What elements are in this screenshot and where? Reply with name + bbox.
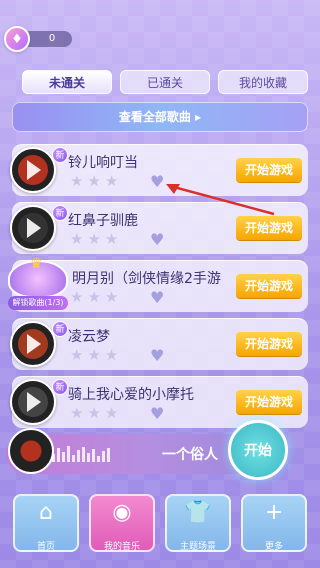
shirt-icon: 👕 — [184, 500, 212, 525]
start-game-button[interactable]: 开始游戏 — [236, 274, 302, 298]
music-disc-icon: ◉ — [112, 500, 132, 525]
gem-icon[interactable]: ♦ — [4, 26, 30, 52]
start-game-button[interactable]: 开始游戏 — [236, 158, 302, 182]
album-disc[interactable] — [10, 147, 56, 193]
star-icon: ★ — [87, 404, 101, 422]
song-title: 明月别（剑侠情缘2手游 — [72, 271, 221, 287]
now-playing-title: 一个俗人 — [162, 447, 218, 463]
favorite-heart-icon[interactable]: ♥ — [150, 346, 164, 365]
star-rating: ★ ★ ★ — [70, 348, 118, 363]
annotation-arrow — [166, 184, 275, 216]
nav-label: 主题场景 — [179, 542, 216, 552]
nav-label: 首页 — [36, 542, 55, 552]
start-game-button[interactable]: 开始游戏 — [236, 332, 302, 356]
album-disc[interactable] — [10, 205, 56, 251]
nav-label: 我的音乐 — [103, 542, 140, 552]
tab-bar: 未通关 已通关 我的收藏 — [22, 70, 308, 96]
star-icon: ★ — [104, 288, 119, 306]
star-rating: ★ ★ ★ — [70, 174, 118, 189]
star-icon: ★ — [104, 404, 119, 422]
play-icon — [27, 218, 41, 238]
unlock-songs-badge[interactable]: ♛ 解锁歌曲(1/3) — [8, 256, 68, 310]
bottom-nav: ⌂ 首页 ◉ 我的音乐 👕 主题场景 + 更多 — [0, 488, 320, 568]
unlock-progress-label: 解锁歌曲(1/3) — [8, 296, 68, 310]
star-icon: ★ — [70, 346, 84, 364]
star-icon: ★ — [70, 288, 84, 306]
top-bar: 0 ♦ — [0, 0, 320, 58]
play-icon — [27, 392, 41, 412]
tab-cleared[interactable]: 已通关 — [120, 70, 210, 94]
star-rating: ★ ★ ★ — [70, 290, 118, 305]
start-game-button[interactable]: 开始游戏 — [236, 390, 302, 414]
song-title: 红鼻子驯鹿 — [68, 213, 138, 229]
nav-home[interactable]: ⌂ 首页 — [13, 494, 79, 552]
song-title: 凌云梦 — [68, 329, 110, 345]
tab-favorites[interactable]: 我的收藏 — [218, 70, 308, 94]
star-icon: ★ — [104, 172, 119, 190]
new-badge: 新 — [52, 379, 68, 395]
plus-icon: + — [264, 500, 284, 525]
star-icon: ★ — [104, 230, 119, 248]
nav-more[interactable]: + 更多 — [241, 494, 307, 552]
new-badge: 新 — [52, 147, 68, 163]
favorite-heart-icon[interactable]: ♥ — [150, 404, 164, 423]
view-all-songs-button[interactable]: 查看全部歌曲 ▸ — [12, 102, 308, 132]
star-rating: ★ ★ ★ — [70, 232, 118, 247]
star-icon: ★ — [87, 346, 101, 364]
play-icon — [27, 334, 41, 354]
star-icon: ★ — [70, 404, 84, 422]
crown-icon: ♛ — [30, 256, 43, 272]
new-badge: 新 — [52, 205, 68, 221]
star-icon: ★ — [87, 230, 101, 248]
equalizer-icon — [52, 446, 110, 462]
start-play-button[interactable]: 开始 — [228, 420, 288, 480]
star-rating: ★ ★ ★ — [70, 406, 118, 421]
song-title: 铃儿响叮当 — [68, 155, 138, 171]
tab-unfinished[interactable]: 未通关 — [22, 70, 112, 94]
favorite-heart-icon[interactable]: ♥ — [150, 230, 164, 249]
album-disc[interactable] — [10, 379, 56, 425]
song-row[interactable]: 新 凌云梦 ★ ★ ★ ♥ 开始游戏 — [10, 318, 308, 370]
star-icon: ★ — [104, 346, 119, 364]
nav-my-music[interactable]: ◉ 我的音乐 — [89, 494, 155, 552]
star-icon: ★ — [87, 288, 101, 306]
nav-label: 更多 — [264, 542, 283, 552]
star-icon: ★ — [70, 172, 84, 190]
star-icon: ★ — [70, 230, 84, 248]
nav-theme-scenes[interactable]: 👕 主题场景 — [165, 494, 231, 552]
album-disc[interactable] — [10, 321, 56, 367]
play-icon — [27, 160, 41, 180]
new-badge: 新 — [52, 321, 68, 337]
now-playing-disc — [8, 428, 54, 474]
favorite-heart-icon[interactable]: ♥ — [150, 288, 164, 307]
home-icon: ⌂ — [39, 500, 53, 525]
star-icon: ★ — [87, 172, 101, 190]
song-title: 骑上我心爱的小摩托 — [68, 387, 194, 403]
